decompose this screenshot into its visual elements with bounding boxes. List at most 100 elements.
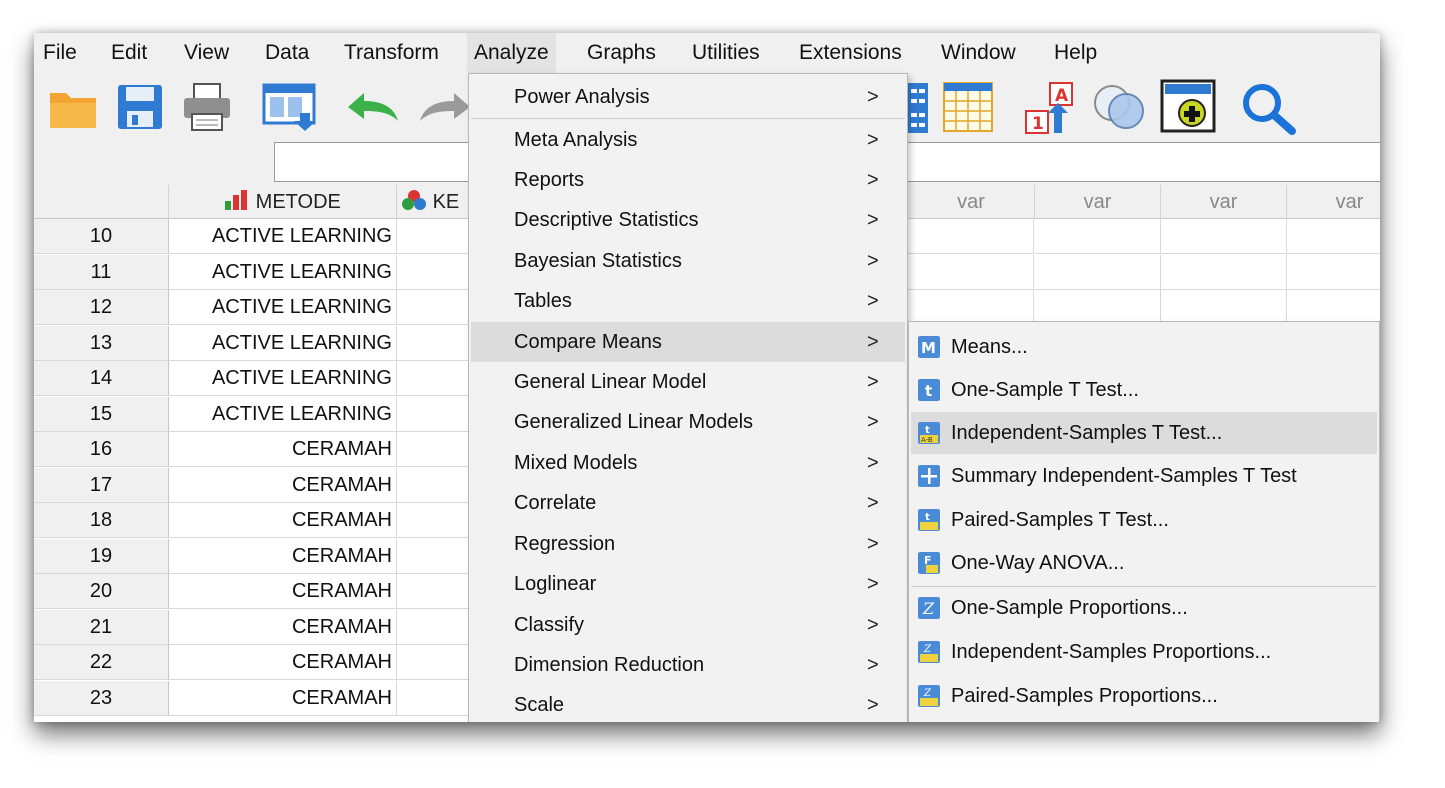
metode-cell[interactable]: CERAMAH: [169, 645, 397, 680]
submenu-item-paired-samples-proportions[interactable]: Z Paired-Samples Proportions...: [911, 675, 1377, 717]
metode-cell[interactable]: CERAMAH: [169, 538, 397, 574]
metode-cell[interactable]: CERAMAH: [169, 467, 397, 503]
metode-cell[interactable]: CERAMAH: [169, 432, 397, 467]
menu-transform[interactable]: Transform: [337, 33, 446, 73]
submenu-item-one-sample-proportions[interactable]: Z One-Sample Proportions...: [911, 587, 1377, 629]
ke-cell[interactable]: [397, 361, 477, 396]
submenu-item-independent-samples-proportions[interactable]: Z Independent-Samples Proportions...: [911, 631, 1377, 673]
row-number[interactable]: 20: [34, 574, 169, 609]
column-header-var[interactable]: var: [1287, 185, 1380, 219]
search-icon[interactable]: [1240, 81, 1298, 135]
redo-icon[interactable]: [418, 89, 474, 125]
menu-file[interactable]: File: [36, 33, 84, 73]
menu-item-meta-analysis[interactable]: Meta Analysis >: [471, 120, 905, 160]
row-number[interactable]: 11: [34, 254, 169, 290]
column-header-var[interactable]: var: [1161, 185, 1287, 219]
show-all-variables-icon[interactable]: [1160, 79, 1218, 135]
empty-var-cell[interactable]: [1161, 290, 1287, 325]
menu-view[interactable]: View: [177, 33, 236, 73]
empty-var-cell[interactable]: [1287, 290, 1380, 325]
menu-item-tables[interactable]: Tables >: [471, 281, 905, 321]
use-variable-sets-icon[interactable]: [1092, 83, 1148, 131]
empty-var-cell[interactable]: [1287, 219, 1380, 254]
row-number[interactable]: 12: [34, 290, 169, 325]
empty-var-cell[interactable]: [908, 290, 1034, 325]
empty-var-cell[interactable]: [1035, 254, 1161, 290]
row-number[interactable]: 13: [34, 325, 169, 361]
ke-cell[interactable]: [397, 609, 477, 645]
save-icon[interactable]: [116, 83, 164, 131]
row-number[interactable]: 17: [34, 467, 169, 503]
ke-cell[interactable]: [397, 219, 477, 254]
metode-cell[interactable]: CERAMAH: [169, 680, 397, 716]
empty-var-cell[interactable]: [908, 219, 1034, 254]
menu-item-general-linear-model[interactable]: General Linear Model >: [471, 362, 905, 402]
metode-cell[interactable]: CERAMAH: [169, 503, 397, 538]
row-number[interactable]: 19: [34, 538, 169, 574]
row-number[interactable]: 10: [34, 219, 169, 254]
menu-window[interactable]: Window: [934, 33, 1023, 73]
ke-cell[interactable]: [397, 396, 477, 432]
menu-item-generalized-linear-models[interactable]: Generalized Linear Models >: [471, 402, 905, 442]
ke-cell[interactable]: [397, 325, 477, 361]
ke-cell[interactable]: [397, 290, 477, 325]
menu-extensions[interactable]: Extensions: [792, 33, 909, 73]
submenu-item-one-way-anova[interactable]: F One-Way ANOVA...: [911, 542, 1377, 584]
menu-item-compare-means[interactable]: Compare Means >: [471, 322, 905, 362]
menu-utilities[interactable]: Utilities: [685, 33, 767, 73]
submenu-item-means[interactable]: M Means...: [911, 326, 1377, 368]
menu-data[interactable]: Data: [258, 33, 316, 73]
row-number[interactable]: 15: [34, 396, 169, 432]
submenu-item-paired-samples-t-test[interactable]: t Paired-Samples T Test...: [911, 499, 1377, 541]
menu-help[interactable]: Help: [1047, 33, 1104, 73]
row-number[interactable]: 18: [34, 503, 169, 538]
menu-item-loglinear[interactable]: Loglinear >: [471, 564, 905, 604]
menu-edit[interactable]: Edit: [104, 33, 154, 73]
ke-cell[interactable]: [397, 254, 477, 290]
ke-cell[interactable]: [397, 645, 477, 680]
column-header-ke[interactable]: KE: [397, 185, 477, 219]
submenu-item-independent-samples-t-test[interactable]: t A-B Independent-Samples T Test...: [911, 412, 1377, 454]
empty-var-cell[interactable]: [1035, 219, 1161, 254]
column-header-var[interactable]: var: [1035, 185, 1161, 219]
menu-item-reports[interactable]: Reports >: [471, 160, 905, 200]
menu-item-power-analysis[interactable]: Power Analysis >: [471, 77, 905, 117]
undo-icon[interactable]: [344, 89, 400, 125]
open-folder-icon[interactable]: [48, 85, 98, 131]
ke-cell[interactable]: [397, 574, 477, 609]
value-labels-icon[interactable]: A 1: [1024, 81, 1082, 135]
row-number[interactable]: 16: [34, 432, 169, 467]
empty-var-cell[interactable]: [1035, 290, 1161, 325]
column-header-var[interactable]: var: [908, 185, 1035, 219]
ke-cell[interactable]: [397, 503, 477, 538]
empty-var-cell[interactable]: [1287, 254, 1380, 290]
menu-graphs[interactable]: Graphs: [580, 33, 663, 73]
empty-var-cell[interactable]: [1161, 254, 1287, 290]
metode-cell[interactable]: CERAMAH: [169, 609, 397, 645]
print-icon[interactable]: [182, 82, 232, 132]
menu-item-correlate[interactable]: Correlate >: [471, 483, 905, 523]
menu-item-regression[interactable]: Regression >: [471, 524, 905, 564]
ke-cell[interactable]: [397, 538, 477, 574]
column-header-metode[interactable]: METODE: [169, 185, 397, 219]
select-cases-icon[interactable]: [942, 81, 994, 133]
empty-var-cell[interactable]: [908, 254, 1034, 290]
row-number[interactable]: 14: [34, 361, 169, 396]
menu-item-mixed-models[interactable]: Mixed Models >: [471, 443, 905, 483]
row-number[interactable]: 22: [34, 645, 169, 680]
empty-var-cell[interactable]: [1161, 219, 1287, 254]
metode-cell[interactable]: CERAMAH: [169, 574, 397, 609]
menu-item-bayesian-statistics[interactable]: Bayesian Statistics >: [471, 241, 905, 281]
metode-cell[interactable]: ACTIVE LEARNING: [169, 396, 397, 432]
submenu-item-one-sample-t-test[interactable]: t One-Sample T Test...: [911, 369, 1377, 411]
metode-cell[interactable]: ACTIVE LEARNING: [169, 254, 397, 290]
menu-item-descriptive-statistics[interactable]: Descriptive Statistics >: [471, 200, 905, 240]
row-number[interactable]: 21: [34, 609, 169, 645]
metode-cell[interactable]: ACTIVE LEARNING: [169, 361, 397, 396]
menu-analyze[interactable]: Analyze: [467, 33, 556, 73]
submenu-item-summary-independent-samples-t-test[interactable]: Summary Independent-Samples T Test: [911, 455, 1377, 497]
menu-item-classify[interactable]: Classify >: [471, 605, 905, 645]
ke-cell[interactable]: [397, 467, 477, 503]
menu-item-dimension-reduction[interactable]: Dimension Reduction >: [471, 645, 905, 685]
metode-cell[interactable]: ACTIVE LEARNING: [169, 290, 397, 325]
